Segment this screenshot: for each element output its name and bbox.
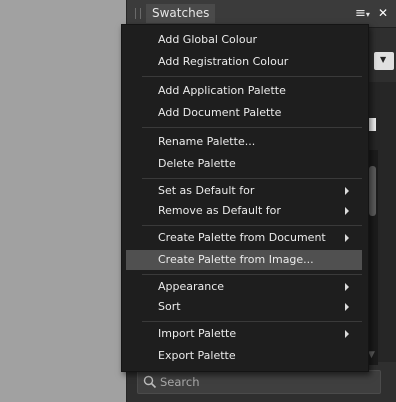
menu-item-create-palette-from-image[interactable]: Create Palette from Image... <box>126 250 362 270</box>
menu-item-label: Add Global Colour <box>158 33 258 46</box>
submenu-arrow-icon <box>345 283 349 291</box>
menu-item-add-global-colour[interactable]: Add Global Colour <box>126 30 362 50</box>
menu-item-label: Appearance <box>158 280 225 293</box>
menu-item-label: Add Registration Colour <box>158 55 289 68</box>
menu-separator <box>142 321 362 322</box>
menu-item-delete-palette[interactable]: Delete Palette <box>126 154 362 174</box>
close-icon[interactable]: ✕ <box>378 4 388 22</box>
drag-grip-icon[interactable] <box>135 8 141 19</box>
menu-item-label: Remove as Default for <box>158 204 281 217</box>
caret-down-icon: ▾ <box>365 10 370 19</box>
search-box <box>137 370 381 394</box>
submenu-arrow-icon <box>345 303 349 311</box>
menu-separator <box>142 76 362 77</box>
menu-separator <box>142 225 362 226</box>
menu-item-export-palette[interactable]: Export Palette <box>126 346 362 366</box>
scrollbar-thumb[interactable] <box>369 166 376 216</box>
menu-item-appearance[interactable]: Appearance <box>126 277 362 297</box>
menu-separator <box>142 127 362 128</box>
menu-item-label: Import Palette <box>158 327 237 340</box>
menu-item-remove-as-default-for[interactable]: Remove as Default for <box>126 201 362 221</box>
submenu-arrow-icon <box>345 330 349 338</box>
panel-menu-button[interactable]: ≡▾ <box>355 5 370 23</box>
menu-item-set-as-default-for[interactable]: Set as Default for <box>126 181 362 201</box>
submenu-arrow-icon <box>345 234 349 242</box>
menu-item-import-palette[interactable]: Import Palette <box>126 324 362 344</box>
tab-swatches[interactable]: Swatches <box>146 4 216 23</box>
menu-item-add-registration-colour[interactable]: Add Registration Colour <box>126 52 362 72</box>
submenu-arrow-icon <box>345 187 349 195</box>
chevron-down-icon: ▼ <box>380 55 387 64</box>
hamburger-icon: ≡ <box>355 6 366 21</box>
menu-separator <box>142 274 362 275</box>
menu-item-create-palette-from-document[interactable]: Create Palette from Document <box>126 228 362 248</box>
menu-item-label: Rename Palette... <box>158 135 256 148</box>
menu-item-label: Delete Palette <box>158 157 236 170</box>
menu-item-label: Sort <box>158 300 181 313</box>
menu-item-label: Set as Default for <box>158 184 255 197</box>
menu-item-label: Create Palette from Image... <box>158 253 314 266</box>
menu-item-label: Export Palette <box>158 349 236 362</box>
context-menu: Add Global Colour Add Registration Colou… <box>121 24 369 372</box>
search-input[interactable] <box>160 373 370 391</box>
menu-item-sort[interactable]: Sort <box>126 297 362 317</box>
menu-item-label: Add Document Palette <box>158 106 282 119</box>
menu-item-label: Create Palette from Document <box>158 231 326 244</box>
palette-dropdown[interactable]: ▼ <box>374 52 394 70</box>
scroll-down-icon[interactable]: ▼ <box>368 350 375 360</box>
submenu-arrow-icon <box>345 207 349 215</box>
menu-item-label: Add Application Palette <box>158 84 286 97</box>
menu-item-add-document-palette[interactable]: Add Document Palette <box>126 103 362 123</box>
search-icon <box>143 375 157 389</box>
menu-item-rename-palette[interactable]: Rename Palette... <box>126 132 362 152</box>
menu-item-add-application-palette[interactable]: Add Application Palette <box>126 81 362 101</box>
swatch-white[interactable] <box>368 118 376 131</box>
menu-separator <box>142 178 362 179</box>
